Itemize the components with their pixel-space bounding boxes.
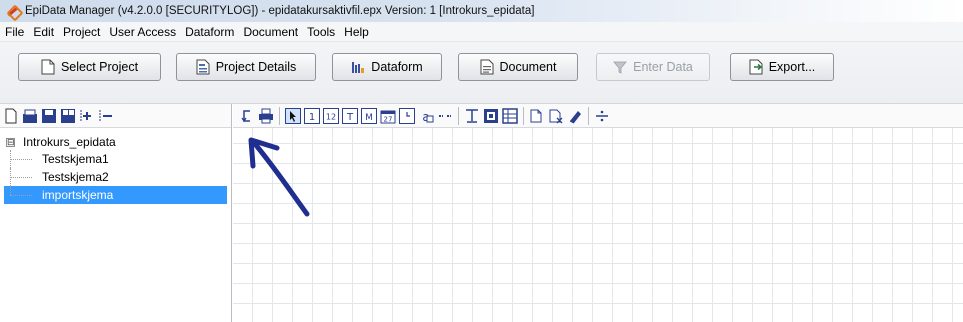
tree-item-testskjema2[interactable]: Testskjema2 — [0, 168, 231, 186]
menu-user-access[interactable]: User Access — [109, 25, 176, 39]
funnel-icon — [613, 61, 627, 74]
blank-page-icon — [41, 59, 55, 75]
project-tree-toolbar — [0, 104, 231, 128]
select-project-label: Select Project — [60, 60, 139, 74]
divider-icon[interactable] — [594, 108, 610, 124]
document-button[interactable]: Document — [458, 53, 578, 81]
menu-file[interactable]: File — [5, 25, 24, 39]
tree-root-label: Introkurs_epidata — [23, 135, 116, 149]
svg-text:27: 27 — [384, 115, 393, 123]
epidata-app-icon — [6, 4, 20, 18]
integer-field-icon[interactable]: 1 — [304, 107, 320, 124]
dataform-label: Dataform — [371, 60, 423, 74]
heading-icon[interactable] — [464, 108, 480, 124]
svg-text:12: 12 — [326, 112, 336, 121]
clear-icon[interactable] — [548, 108, 564, 124]
memo-field-icon[interactable]: M — [361, 107, 377, 124]
text-field-icon[interactable]: T — [342, 107, 358, 124]
menu-bar: File Edit Project User Access Dataform D… — [0, 22, 963, 42]
time-field-icon[interactable] — [399, 107, 415, 124]
toolbar-separator — [588, 106, 589, 125]
float-field-icon[interactable]: 12 — [323, 107, 339, 124]
dataform-icon — [352, 62, 365, 73]
tree-item-importskjema[interactable]: importskjema — [4, 186, 227, 204]
tree-item-label: Testskjema2 — [42, 170, 109, 184]
svg-text:1: 1 — [309, 112, 315, 123]
title-bar: EpiData Manager (v4.2.0.0 [SECURITYLOG])… — [0, 0, 963, 22]
copy-icon[interactable] — [529, 108, 545, 124]
open-icon[interactable] — [22, 108, 38, 124]
enter-data-button[interactable]: Enter Data — [596, 53, 710, 81]
tree-item-testskjema1[interactable]: Testskjema1 — [0, 150, 231, 168]
svg-text:M: M — [365, 113, 373, 123]
menu-document[interactable]: Document — [243, 25, 298, 39]
save-icon[interactable] — [41, 108, 57, 124]
project-tree-panel: ⊟ Introkurs_epidata Testskjema1 Testskje… — [0, 104, 232, 322]
export-label: Export... — [768, 60, 816, 74]
toolbar-separator — [458, 106, 459, 125]
menu-tools[interactable]: Tools — [307, 25, 335, 39]
main-toolbar: Select Project Project Details Dataform … — [0, 42, 963, 104]
project-details-label: Project Details — [215, 60, 297, 74]
tree-root-item[interactable]: ⊟ Introkurs_epidata — [0, 134, 231, 150]
svg-text:T: T — [346, 112, 354, 123]
date-field-icon[interactable]: 27 — [380, 108, 396, 124]
section-icon[interactable] — [483, 108, 499, 124]
document-details-icon — [196, 59, 210, 75]
save-all-icon[interactable] — [60, 108, 76, 124]
remove-icon[interactable] — [98, 108, 114, 124]
menu-edit[interactable]: Edit — [33, 25, 54, 39]
menu-project[interactable]: Project — [63, 25, 100, 39]
export-button[interactable]: Export... — [730, 53, 834, 81]
dataform-designer-canvas[interactable]: 1 12 T M 27 a — [233, 104, 963, 322]
toolbar-separator — [523, 106, 524, 125]
toolbar-separator — [279, 106, 280, 125]
dataform-button[interactable]: Dataform — [332, 53, 442, 81]
menu-help[interactable]: Help — [344, 25, 369, 39]
table-icon[interactable] — [502, 107, 518, 124]
collapse-icon[interactable]: ⊟ — [6, 137, 15, 147]
annotation-arrow-icon — [248, 137, 310, 217]
document-label: Document — [499, 60, 557, 74]
undo-icon[interactable] — [239, 108, 255, 124]
export-icon — [749, 59, 763, 75]
auto-field-icon[interactable]: a — [418, 108, 434, 124]
project-details-button[interactable]: Project Details — [176, 53, 316, 81]
document-icon — [480, 59, 493, 75]
add-icon[interactable] — [79, 108, 95, 124]
pointer-icon[interactable] — [285, 107, 301, 124]
project-tree: ⊟ Introkurs_epidata Testskjema1 Testskje… — [0, 128, 231, 204]
link-icon[interactable] — [437, 108, 453, 124]
enter-data-label: Enter Data — [633, 60, 693, 74]
menu-dataform[interactable]: Dataform — [185, 25, 234, 39]
print-icon[interactable] — [258, 108, 274, 124]
select-project-button[interactable]: Select Project — [18, 53, 161, 81]
window-title: EpiData Manager (v4.2.0.0 [SECURITYLOG])… — [25, 5, 535, 17]
tree-item-label: importskjema — [42, 188, 114, 202]
new-dataform-icon[interactable] — [3, 108, 19, 124]
tree-item-label: Testskjema1 — [42, 152, 109, 166]
designer-toolbar: 1 12 T M 27 a — [233, 104, 963, 128]
eraser-icon[interactable] — [567, 108, 583, 124]
